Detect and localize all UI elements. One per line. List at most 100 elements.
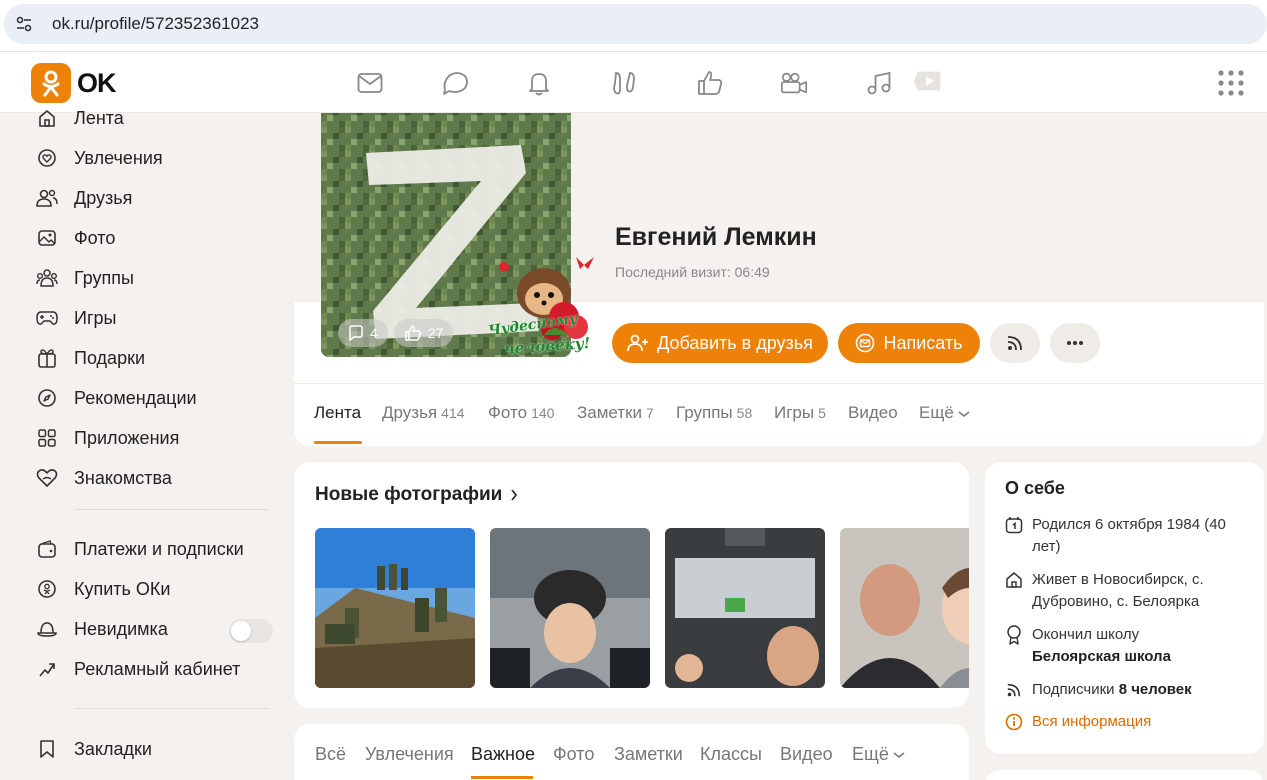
sidebar-item-gifts[interactable]: Подарки [36,344,276,372]
rss-icon [1005,679,1023,701]
sidebar-item-label: Друзья [74,187,133,208]
about-school: Окончил школу Белоярская школа [1005,624,1245,668]
dating-icon [36,467,58,489]
sidebar-item-apps[interactable]: Приложения [36,424,276,452]
message-icon [856,333,875,353]
ok-logo[interactable]: OK [31,63,116,103]
new-photos-title-text: Новые фотографии [315,484,503,505]
video-camera-icon[interactable] [779,68,809,98]
sidebar-item-recommendations[interactable]: Рекомендации [36,384,276,412]
sidebar-item-label: Приложения [74,427,180,448]
invisible-toggle[interactable] [229,619,273,643]
tab-feed[interactable]: Лента [314,403,361,423]
comment-icon [349,325,363,341]
about-title: О себе [1005,478,1065,498]
ok-logo-icon [31,63,71,103]
apps-icon [36,427,58,449]
tab-more[interactable]: Ещё [919,403,970,423]
feed-tab-photo[interactable]: Фото [553,744,594,765]
photo-thumbnail[interactable] [490,528,650,688]
subscribe-button[interactable] [990,323,1040,363]
photo-icon [36,227,58,249]
feed-tab-classes[interactable]: Классы [700,744,762,765]
url-text[interactable]: ok.ru/profile/572352361023 [52,14,259,34]
site-settings-icon[interactable] [4,4,44,44]
ads-icon [36,658,58,680]
music-icon[interactable] [864,68,894,98]
write-message-label: Написать [883,332,963,353]
sidebar-item-buy-oki[interactable]: Купить ОКи [36,575,276,603]
sidebar-item-photo[interactable]: Фото [36,224,276,252]
about-all-info-link[interactable]: Вся информация [1005,711,1245,733]
photo-thumbnail[interactable] [665,528,825,688]
feed-tab-more-label: Ещё [852,744,889,764]
tab-games[interactable]: Игры 5 [774,403,826,423]
tab-label: Группы [676,403,733,422]
tab-video[interactable]: Видео [848,403,898,423]
feed-tab-more[interactable]: Ещё [852,744,905,765]
new-photos-title[interactable]: Новые фотографии [315,484,518,506]
about-school-name[interactable]: Белоярская школа [1032,646,1171,668]
about-school-prefix: Окончил школу [1032,626,1140,643]
avatar-comments-badge[interactable]: 4 [338,319,388,347]
sidebar-item-dating[interactable]: Знакомства [36,464,276,492]
sidebar-item-games[interactable]: Игры [36,304,276,332]
sidebar-item-label: Платежи и подписки [74,538,244,559]
guests-icon[interactable] [610,68,640,98]
sidebar-item-feed[interactable]: Лента [36,104,276,132]
write-message-button[interactable]: Написать [838,323,980,363]
like-icon[interactable] [695,68,725,98]
chat-icon[interactable] [440,68,470,98]
tab-count: 7 [646,405,654,421]
tab-label: Лента [314,403,362,422]
about-subscribers-text: Подписчики 8 человек [1032,679,1192,701]
feed-tab-video[interactable]: Видео [780,744,833,765]
play-icon[interactable] [914,66,944,96]
photo-thumbnail[interactable] [315,528,475,688]
chevron-down-icon [958,411,970,418]
home-icon [1005,569,1023,591]
friends-icon [36,187,58,209]
about-subscribers-prefix: Подписчики [1032,681,1115,698]
gift-icon [36,347,58,369]
sidebar-item-bookmarks[interactable]: Закладки [36,735,276,763]
sidebar-item-friends[interactable]: Друзья [36,184,276,212]
add-friend-button[interactable]: Добавить в друзья [612,323,828,363]
sidebar-item-payments[interactable]: Платежи и подписки [36,535,276,563]
profile-header-card: 4 27 Чудесному человеку! Евгений Лемкин … [294,113,1264,446]
new-photos-card: Новые фотографии [294,462,969,708]
bell-icon[interactable] [524,68,554,98]
more-icon [1067,341,1083,345]
feed-tab-important[interactable]: Важное [471,744,535,765]
feed-tab-notes[interactable]: Заметки [614,744,683,765]
avatar-likes-count: 27 [427,325,444,341]
gamepad-icon [36,307,58,329]
browser-address-bar: ok.ru/profile/572352361023 [0,0,1267,52]
sidebar-item-hobbies[interactable]: Увлечения [36,144,276,172]
tab-groups[interactable]: Группы 58 [676,403,752,423]
ok-logo-text: OK [77,67,116,98]
tab-friends[interactable]: Друзья 414 [382,403,465,423]
about-location: Живет в Новосибирск, с. Дубровино, с. Бе… [1005,569,1245,613]
photo-thumbnail[interactable] [840,528,969,688]
sidebar-item-ads-cabinet[interactable]: Рекламный кабинет [36,655,276,683]
tab-count: 414 [441,405,465,421]
tab-photo[interactable]: Фото 140 [488,403,554,423]
sidebar-item-label: Закладки [74,738,152,759]
apps-grid-icon[interactable] [1218,70,1244,96]
feed-filter-card: Всё Увлечения Важное Фото Заметки Классы… [294,724,969,780]
url-pill[interactable]: ok.ru/profile/572352361023 [4,4,1267,44]
more-actions-button[interactable] [1050,323,1100,363]
about-subscribers[interactable]: Подписчики 8 человек [1005,679,1245,701]
school-icon [1005,624,1023,646]
mail-icon[interactable] [355,68,385,98]
groups-icon [36,267,58,289]
feed-tab-all[interactable]: Всё [315,744,346,765]
avatar-likes-badge[interactable]: 27 [393,319,454,347]
home-icon [36,107,58,129]
compass-icon [36,387,58,409]
right-column-card [985,770,1264,780]
sidebar-item-groups[interactable]: Группы [36,264,276,292]
tab-notes[interactable]: Заметки 7 [577,403,654,423]
feed-tab-hobbies[interactable]: Увлечения [365,744,454,765]
